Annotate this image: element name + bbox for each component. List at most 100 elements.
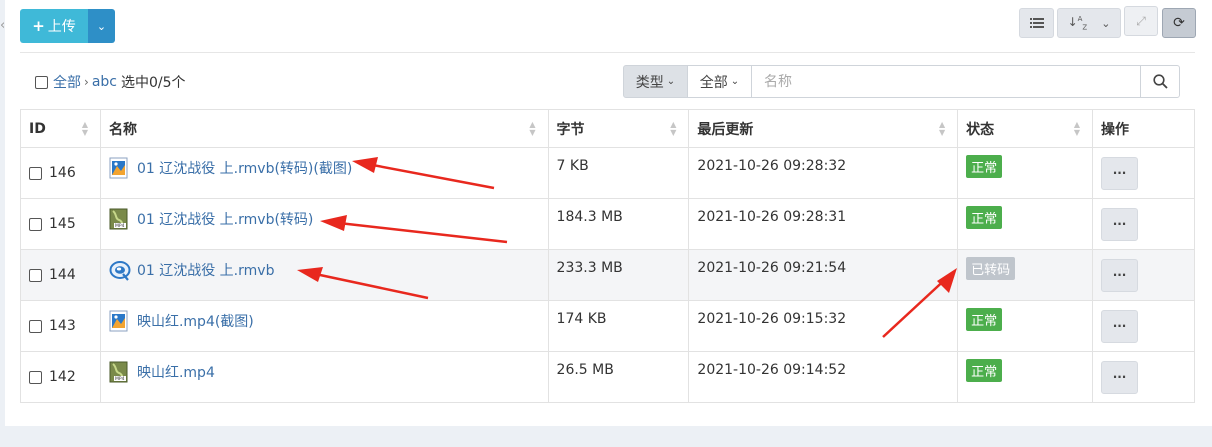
upload-button[interactable]: + 上传 xyxy=(20,9,88,43)
more-actions-button[interactable]: ··· xyxy=(1101,360,1139,394)
list-view-button[interactable] xyxy=(1019,8,1054,38)
file-id: 145 xyxy=(49,216,76,232)
image-file-icon xyxy=(109,157,129,179)
more-icon: ··· xyxy=(1112,319,1127,333)
mp4-file-icon: MP4 xyxy=(109,208,129,230)
column-header-name[interactable]: 名称 ▲ ▼ xyxy=(99,109,549,148)
select-all-checkbox[interactable] xyxy=(35,75,48,89)
size-cell: 184.3 MB xyxy=(547,198,690,250)
updated-cell: 2021-10-26 09:15:32 xyxy=(688,300,959,352)
type-filter-dropdown[interactable]: 类型 ⌄ xyxy=(623,65,688,98)
breadcrumb-root-link[interactable]: 全部 xyxy=(53,72,81,92)
image-file-icon xyxy=(109,310,129,332)
size-cell: 233.3 MB xyxy=(547,249,690,301)
size-cell: 7 KB xyxy=(547,147,690,199)
svg-text:MP4: MP4 xyxy=(115,223,125,229)
actions-cell: ··· xyxy=(1092,249,1195,301)
refresh-button[interactable]: ⟳ xyxy=(1162,8,1196,38)
sort-icon: ▲ ▼ xyxy=(670,120,677,137)
more-icon: ··· xyxy=(1112,166,1127,180)
more-actions-button[interactable]: ··· xyxy=(1101,258,1139,292)
file-name-link[interactable]: 映山红.mp4 xyxy=(137,362,215,382)
scope-select[interactable]: 全部 ⌄ xyxy=(688,65,752,98)
chevron-down-icon: ⌄ xyxy=(1101,16,1111,30)
scope-select-label: 全部 xyxy=(699,74,728,91)
row-checkbox[interactable] xyxy=(29,217,42,231)
column-header-label: 最后更新 xyxy=(697,121,754,138)
type-filter-label: 类型 xyxy=(635,74,664,91)
status-badge: 正常 xyxy=(966,359,1003,382)
row-checkbox[interactable] xyxy=(29,319,42,333)
column-header-label: 字节 xyxy=(556,121,585,138)
status-badge: 已转码 xyxy=(966,257,1016,280)
more-actions-button[interactable]: ··· xyxy=(1101,207,1139,241)
column-header-id[interactable]: ID ▲ ▼ xyxy=(20,109,101,148)
table-row[interactable]: 144 01 辽沈战役 上.rmvb 233.3 MB 2021-10-26 09:2… xyxy=(20,249,1195,301)
status-cell: 已转码 xyxy=(957,249,1094,301)
realplayer-file-icon xyxy=(109,259,131,281)
file-name-link[interactable]: 映山红.mp4(截图) xyxy=(137,311,254,331)
sort-icon: ▲ ▼ xyxy=(81,120,88,137)
file-name-link[interactable]: 01 辽沈战役 上.rmvb(转码) xyxy=(137,209,313,229)
size-cell: 174 KB xyxy=(547,300,690,352)
file-name-link[interactable]: 01 辽沈战役 上.rmvb(转码)(截图) xyxy=(137,158,352,178)
row-checkbox[interactable] xyxy=(29,370,42,384)
selection-count: 选中0/5个 xyxy=(120,75,186,91)
id-cell: 145 xyxy=(20,198,101,250)
table-row[interactable]: 143 映山红.mp4(截图) 174 KB 2021-10-26 09:15:32 正… xyxy=(20,300,1195,352)
updated-cell: 2021-10-26 09:14:52 xyxy=(688,351,959,403)
actions-cell: ··· xyxy=(1092,300,1195,352)
sort-icon: ▲ ▼ xyxy=(529,120,536,137)
column-header-status[interactable]: 状态 ▲ ▼ xyxy=(957,109,1094,148)
name-cell: 映山红.mp4(截图) xyxy=(99,300,549,352)
file-id: 142 xyxy=(49,369,76,385)
column-header-label: 名称 xyxy=(108,121,137,138)
actions-cell: ··· xyxy=(1092,198,1195,250)
column-header-size[interactable]: 字节 ▲ ▼ xyxy=(547,109,690,148)
search-input[interactable] xyxy=(752,65,1141,98)
table-row[interactable]: 145 MP4 01 辽沈战役 上.rmvb(转码) 184.3 MB 2021-10-… xyxy=(20,198,1195,250)
fullscreen-button[interactable]: ⤢ xyxy=(1124,6,1158,36)
sort-icon: ▲ ▼ xyxy=(939,120,946,137)
table-row[interactable]: 146 01 辽沈战役 上.rmvb(转码)(截图) 7 KB 2021-10-26 … xyxy=(20,147,1195,199)
toolbar-divider xyxy=(20,52,1195,53)
more-actions-button[interactable]: ··· xyxy=(1101,309,1139,343)
file-id: 143 xyxy=(49,318,76,334)
status-cell: 正常 xyxy=(957,198,1094,250)
upload-dropdown-button[interactable]: ⌄ xyxy=(88,9,115,43)
id-cell: 144 xyxy=(20,249,101,301)
breadcrumb-separator-icon: › xyxy=(84,75,89,89)
updated-cell: 2021-10-26 09:28:31 xyxy=(688,198,959,250)
more-icon: ··· xyxy=(1112,217,1127,231)
file-table: ID ▲ ▼ 名称 ▲ ▼ 字节 ▲ ▼ 最后更新 ▲ ▼ 状态 ▲ ▼ 操作 146 01 辽沈战役… xyxy=(20,109,1195,403)
file-name-link[interactable]: 01 辽沈战役 上.rmvb xyxy=(137,260,274,280)
name-cell: MP4 映山红.mp4 xyxy=(99,351,549,403)
name-cell: MP4 01 辽沈战役 上.rmvb(转码) xyxy=(99,198,549,250)
updated-cell: 2021-10-26 09:21:54 xyxy=(688,249,959,301)
row-checkbox[interactable] xyxy=(29,268,42,282)
list-icon xyxy=(1029,18,1044,28)
table-row[interactable]: 142 MP4 映山红.mp4 26.5 MB 2021-10-26 09:14:52 正… xyxy=(20,351,1195,403)
breadcrumb-folder-link[interactable]: abc xyxy=(92,74,117,90)
row-checkbox[interactable] xyxy=(29,166,42,180)
actions-cell: ··· xyxy=(1092,147,1195,199)
search-button[interactable] xyxy=(1140,65,1180,98)
column-header-actions: 操作 xyxy=(1092,109,1195,148)
chevron-down-icon: ⌄ xyxy=(666,76,676,87)
sort-dropdown-button[interactable]: ↓AZ ⌄ xyxy=(1057,8,1121,38)
actions-cell: ··· xyxy=(1092,351,1195,403)
sort-icon: ▲ ▼ xyxy=(1073,120,1081,137)
plus-icon: + xyxy=(32,17,45,35)
breadcrumb: 全部 › abc 选中0/5个 xyxy=(35,72,186,92)
status-badge: 正常 xyxy=(966,308,1003,331)
more-icon: ··· xyxy=(1112,370,1127,384)
column-header-label: ID xyxy=(29,120,46,137)
id-cell: 143 xyxy=(20,300,101,352)
upload-button-group[interactable]: + 上传 ⌄ xyxy=(20,9,115,43)
column-header-updated[interactable]: 最后更新 ▲ ▼ xyxy=(688,109,959,148)
more-actions-button[interactable]: ··· xyxy=(1101,156,1139,190)
column-header-label: 操作 xyxy=(1101,121,1130,138)
file-id: 146 xyxy=(49,165,76,181)
id-cell: 142 xyxy=(20,351,101,403)
search-icon xyxy=(1152,74,1168,89)
